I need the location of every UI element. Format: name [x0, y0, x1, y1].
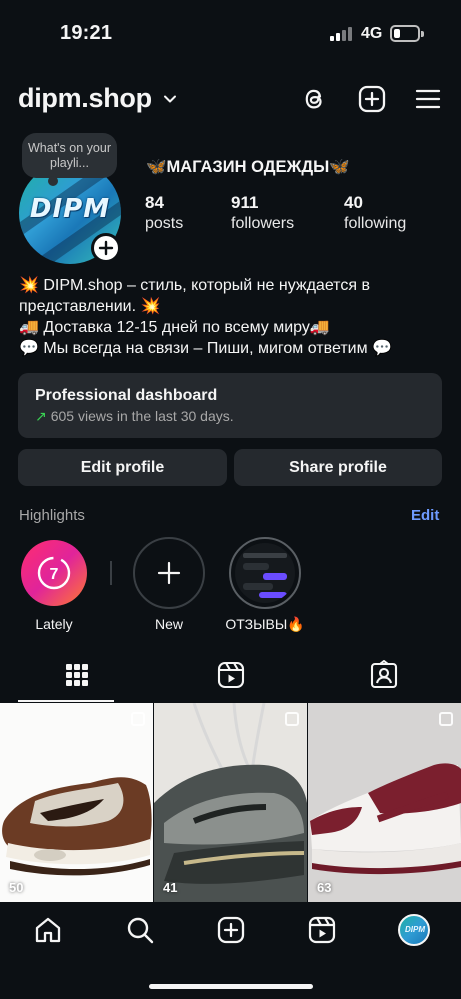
- grid-tab-icon[interactable]: [62, 660, 92, 690]
- followers-label[interactable]: followers: [231, 215, 294, 233]
- sneaker-grey-image: [154, 703, 307, 902]
- post-views: 63: [317, 880, 332, 895]
- signal-icon: [330, 27, 352, 41]
- following-label[interactable]: following: [344, 215, 406, 233]
- threads-icon[interactable]: [300, 84, 330, 114]
- battery-icon: [390, 25, 424, 42]
- create-post-icon[interactable]: [357, 84, 387, 114]
- chat-screenshot-thumbnail: [235, 543, 295, 603]
- highlight-reviews[interactable]: [229, 537, 301, 609]
- reels-tab-icon[interactable]: [216, 660, 246, 690]
- carousel-icon: [439, 712, 453, 726]
- carousel-icon: [131, 712, 145, 726]
- menu-icon[interactable]: [413, 84, 443, 114]
- reels-icon[interactable]: [307, 915, 337, 945]
- post-thumbnail[interactable]: 63: [308, 703, 461, 902]
- create-icon[interactable]: [216, 915, 246, 945]
- dashboard-title: Professional dashboard: [35, 387, 218, 404]
- avatar-logo-text: DIPM: [29, 194, 111, 224]
- note-bubble[interactable]: What's on your playli...: [22, 133, 117, 178]
- bio-line: 💬 Мы всегда на связи – Пиши, мигом ответ…: [19, 340, 392, 357]
- highlight-label: Lately: [35, 616, 73, 632]
- chevron-down-icon[interactable]: [163, 92, 177, 106]
- professional-dashboard-card[interactable]: Professional dashboard ↗ 605 views in the…: [18, 373, 442, 438]
- post-views: 50: [9, 880, 24, 895]
- profile-bio: 💥 DIPM.shop – стиль, который не нуждаетс…: [19, 275, 449, 359]
- plus-icon: [157, 561, 181, 585]
- share-profile-button[interactable]: Share profile: [234, 449, 442, 486]
- home-indicator: [149, 984, 313, 989]
- post-thumbnail[interactable]: 50: [0, 703, 153, 902]
- post-thumbnail[interactable]: 41: [154, 703, 307, 902]
- active-tab-indicator: [18, 700, 114, 702]
- tagged-tab-icon[interactable]: [369, 660, 399, 690]
- recent-highlight-icon: 7: [37, 556, 71, 590]
- highlight-new-button[interactable]: [133, 537, 205, 609]
- highlights-divider: [110, 561, 112, 585]
- profile-name: 🦋МАГАЗИН ОДЕЖДЫ🦋: [146, 158, 350, 176]
- post-views: 41: [163, 880, 178, 895]
- carousel-icon: [285, 712, 299, 726]
- highlight-badge-number: 7: [50, 566, 59, 583]
- followers-count[interactable]: 911: [231, 193, 258, 213]
- network-type: 4G: [361, 25, 383, 42]
- highlight-lately[interactable]: 7: [21, 540, 87, 606]
- plus-icon: [98, 240, 114, 256]
- home-icon[interactable]: [33, 915, 63, 945]
- posts-label[interactable]: posts: [145, 215, 183, 233]
- edit-profile-button[interactable]: Edit profile: [18, 449, 227, 486]
- avatar-logo-text: DIPM: [405, 925, 425, 934]
- dashboard-views-text: 605 views in the last 30 days.: [50, 408, 234, 424]
- posts-count[interactable]: 84: [145, 193, 164, 213]
- highlights-edit-link[interactable]: Edit: [411, 507, 439, 524]
- highlight-label: New: [154, 616, 183, 632]
- bio-line: 🚚 Доставка 12-15 дней по всему миру🚚: [19, 319, 330, 336]
- following-count[interactable]: 40: [344, 193, 363, 213]
- add-story-button[interactable]: [91, 233, 121, 263]
- search-icon[interactable]: [125, 915, 155, 945]
- status-time: 19:21: [60, 22, 113, 44]
- bio-line: 💥 DIPM.shop – стиль, который не нуждаетс…: [19, 277, 370, 315]
- highlight-label: ОТЗЫВЫ🔥: [225, 616, 305, 632]
- highlights-heading: Highlights: [19, 507, 85, 524]
- trend-up-icon: ↗: [35, 408, 47, 424]
- note-bubble-tail: [48, 176, 58, 186]
- dashboard-subtitle: ↗ 605 views in the last 30 days.: [35, 408, 234, 425]
- sneaker-burgundy-image: [310, 763, 461, 875]
- account-username[interactable]: dipm.shop: [18, 83, 152, 114]
- profile-tab-avatar[interactable]: DIPM: [398, 914, 430, 946]
- sneaker-brown-image: [2, 777, 152, 876]
